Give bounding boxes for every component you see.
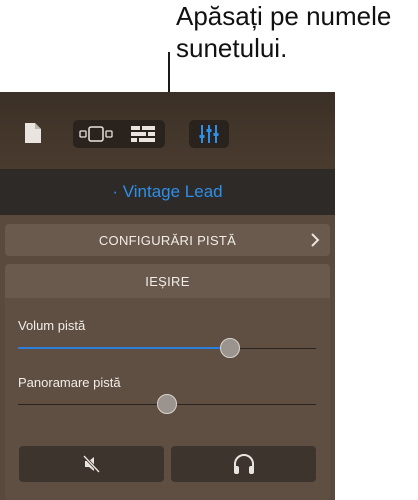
track-name-bar: · Vintage Lead (0, 169, 335, 215)
smart-controls-button[interactable] (73, 120, 118, 148)
pan-label: Panoramare pistă (18, 375, 121, 390)
toolbar (0, 92, 335, 169)
tracks-view-icon (130, 126, 155, 142)
track-settings-label: CONFIGURĂRI PISTĂ (98, 232, 237, 248)
chevron-right-icon (311, 233, 320, 247)
document-icon[interactable] (24, 122, 42, 144)
instruction-callout: Apăsați pe numele sunetului. (176, 0, 416, 64)
mixer-button[interactable] (189, 120, 229, 148)
output-header: IEȘIRE (5, 264, 330, 298)
headphones-icon (233, 454, 254, 474)
mute-button[interactable] (19, 446, 164, 482)
volume-label: Volum pistă (18, 318, 86, 333)
mute-speaker-icon (82, 454, 100, 474)
tracks-view-button[interactable] (120, 120, 165, 148)
pan-slider-knob[interactable] (157, 394, 177, 414)
track-settings-row[interactable]: CONFIGURĂRI PISTĂ (5, 224, 330, 256)
volume-slider[interactable] (18, 338, 316, 358)
callout-line-2: sunetului. (176, 33, 288, 63)
mixer-icon (199, 125, 219, 143)
track-controls-panel: · Vintage Lead CONFIGURĂRI PISTĂ IEȘIRE … (0, 92, 335, 500)
pan-slider[interactable] (18, 394, 316, 414)
volume-slider-knob[interactable] (220, 338, 240, 358)
volume-slider-fill (18, 347, 230, 349)
track-name-button[interactable]: · Vintage Lead (112, 182, 222, 202)
view-switcher (73, 120, 165, 148)
solo-button[interactable] (171, 446, 316, 482)
smart-controls-icon (78, 126, 113, 142)
callout-line-1: Apăsați pe numele (176, 1, 392, 31)
track-name-label: Vintage Lead (122, 182, 223, 201)
